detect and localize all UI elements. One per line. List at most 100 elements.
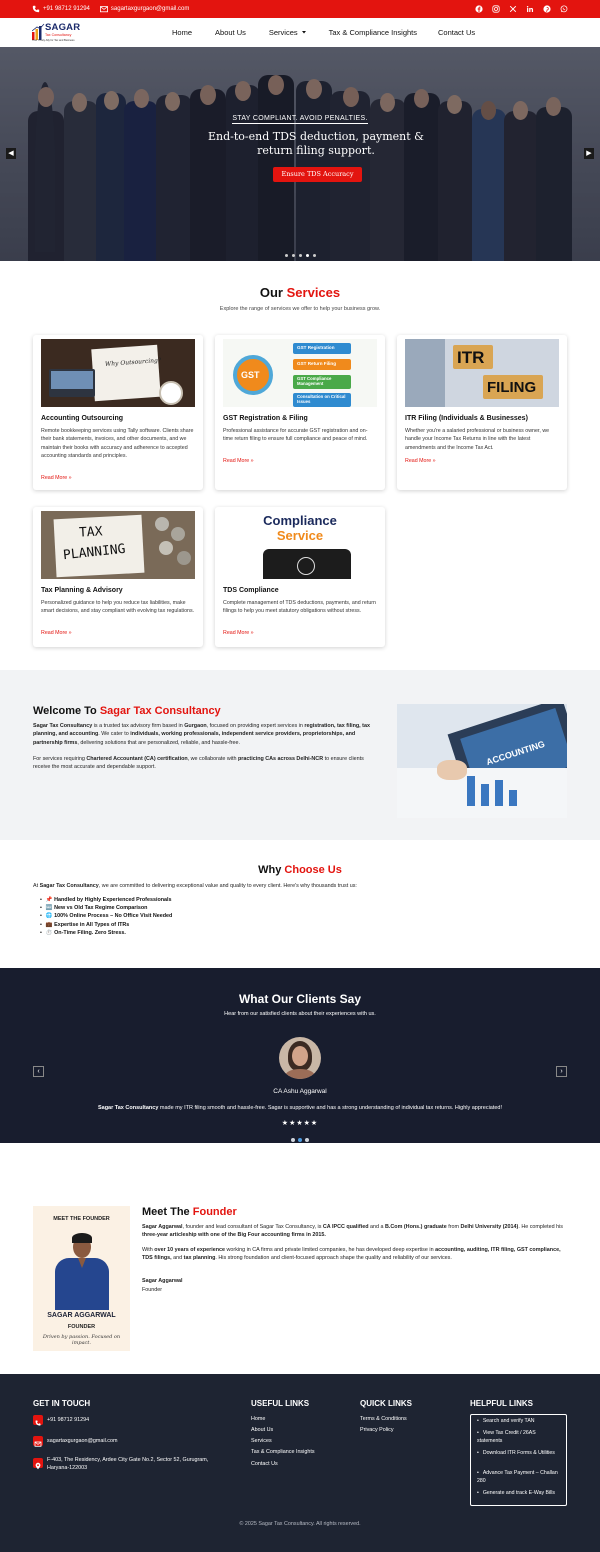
read-more-link[interactable]: Read More » [41, 475, 72, 481]
hero-prev-button[interactable]: ◀ [6, 148, 16, 159]
footer-useful-heading: USEFUL LINKS [251, 1399, 310, 1408]
hero-dot-active[interactable] [306, 254, 309, 257]
gst-badge-text: GST [241, 370, 260, 380]
nav-services-label: Services [268, 28, 298, 37]
read-more-link[interactable]: Read More » [41, 630, 72, 636]
whatsapp-icon[interactable] [560, 5, 568, 13]
itr-image: ITR FILING [405, 339, 559, 407]
footer-quick-link[interactable]: Privacy Policy [360, 1427, 394, 1433]
footer-helpful-link[interactable]: Search and verify TAN [477, 1418, 559, 1426]
tds-image: Compliance Service [223, 511, 377, 579]
footer-useful-link[interactable]: Tax & Compliance Insights [251, 1449, 315, 1455]
nav-contact[interactable]: Contact Us [438, 28, 475, 37]
text-run: . He completed his [518, 1224, 563, 1230]
pinterest-icon[interactable] [543, 5, 551, 13]
text-run: , founder and lead consultant of Sagar T… [182, 1224, 323, 1230]
testimonial-dot-active[interactable] [298, 1138, 302, 1142]
founder-sign-name: Sagar Aggarwal [142, 1278, 183, 1284]
nav-links: Home About Us Services Tax & Compliance … [172, 18, 475, 47]
rating-stars: ★★★★★ [281, 1120, 319, 1127]
x-icon[interactable] [509, 5, 517, 13]
instagram-icon[interactable] [492, 5, 500, 13]
welcome-accounting-image: ACCOUNTING [397, 704, 567, 818]
social-links [475, 5, 568, 13]
top-email[interactable]: sagartaxgurgaon@gmail.com [99, 5, 189, 13]
top-phone[interactable]: +91 98712 91294 [32, 5, 90, 13]
text-run: Delhi University (2014) [460, 1224, 519, 1230]
service-card-tax-planning: TAX PLANNING Tax Planning & Advisory Per… [33, 507, 203, 647]
gst-item: Consultation on Critical Issues [297, 394, 346, 404]
service-card-desc: Whether you're a salaried professional o… [405, 428, 550, 451]
footer-phone[interactable]: +91 98712 91294 [47, 1417, 89, 1423]
gst-item: GST Return Filing [297, 361, 337, 366]
chevron-down-icon [301, 31, 306, 34]
footer-useful-link[interactable]: Services [251, 1438, 272, 1444]
founder-heading-plain: Meet The [142, 1206, 190, 1218]
hero-dot[interactable] [313, 254, 316, 257]
read-more-link[interactable]: Read More » [223, 630, 254, 636]
itr-image-line2: FILING [487, 379, 537, 396]
welcome-heading: Welcome To Sagar Tax Consultancy [33, 705, 221, 717]
text-run: . His strong foundation and client-focus… [215, 1255, 452, 1262]
footer-useful-link[interactable]: About Us [251, 1427, 273, 1433]
founder-card-role: FOUNDER [67, 1324, 96, 1330]
site-logo[interactable]: SAGAR Tax Consultancy Your Trusty Ally f… [32, 22, 86, 44]
footer-useful-link[interactable]: Home [251, 1416, 265, 1422]
text-run: Gurgaon [184, 723, 207, 729]
text-run: is a trusted tax advisory firm based in [92, 723, 185, 729]
services-heading-accent: Services [286, 285, 341, 300]
why-item: 🌐 100% Online Process – No Office Visit … [40, 912, 172, 920]
text-run: working in CA firms and private limited … [225, 1247, 436, 1253]
testimonial-prev-button[interactable]: ‹ [33, 1066, 44, 1077]
testimonial-dot[interactable] [291, 1138, 295, 1142]
text-run: Sagar Aggarwal [142, 1224, 183, 1230]
hero-dot[interactable] [292, 254, 295, 257]
phone-icon [33, 1415, 43, 1426]
service-card-desc: Complete management of TDS deductions, p… [223, 600, 377, 615]
footer-helpful-link[interactable]: Advance Tax Payment – Challan 280 [477, 1470, 559, 1485]
nav-home[interactable]: Home [172, 28, 192, 37]
hero-title: End-to-end TDS deduction, payment & retu… [208, 130, 424, 157]
nav-services[interactable]: Services [269, 28, 306, 37]
founder-photo [53, 1232, 111, 1310]
footer-email[interactable]: sagartaxgurgaon@gmail.com [47, 1438, 118, 1444]
footer-helpful-link[interactable]: View Tax Credit / 26AS statements [477, 1430, 559, 1445]
hero-kicker-text: STAY COMPLIANT. AVOID PENALTIES. [232, 115, 368, 124]
text-run: tax planning [183, 1255, 216, 1262]
testimonial-next-button[interactable]: › [556, 1066, 567, 1077]
linkedin-icon[interactable] [526, 5, 534, 13]
hero-dot[interactable] [285, 254, 288, 257]
footer-quick-link[interactable]: Terms & Conditions [360, 1416, 407, 1422]
text-run: Sagar Tax Consultancy [39, 883, 99, 889]
footer-useful-link[interactable]: Contact Us [251, 1461, 278, 1467]
accounting-image: Why Outsourcing? [41, 339, 195, 407]
facebook-icon[interactable] [475, 5, 483, 13]
text-run: Sagar Tax Consultancy [97, 1105, 159, 1111]
footer-contact-heading: GET IN TOUCH [33, 1399, 91, 1408]
testimonial-dot[interactable] [305, 1138, 309, 1142]
footer-helpful-link[interactable]: Generate and track E-Way Bills [477, 1490, 559, 1498]
service-card-title: GST Registration & Filing [223, 415, 308, 422]
main-navbar: SAGAR Tax Consultancy Your Trusty Ally f… [0, 18, 600, 47]
hero-next-button[interactable]: ▶ [584, 148, 594, 159]
footer-helpful-link[interactable]: Download ITR Forms & Utilities [477, 1450, 559, 1458]
mail-icon [33, 1436, 43, 1447]
hero-cta-button[interactable]: Ensure TDS Accuracy [273, 167, 362, 182]
nav-about[interactable]: About Us [215, 28, 246, 37]
text-run: B.Com (Hons.) graduate [385, 1224, 447, 1230]
testimonials-heading: What Our Clients Say [238, 992, 362, 1006]
read-more-link[interactable]: Read More » [223, 458, 254, 464]
founder-sign-role: Founder [142, 1287, 163, 1293]
tds-image-line1: Compliance [263, 513, 337, 528]
service-card-desc: Professional assistance for accurate GST… [223, 428, 368, 443]
testimonial-quote: Sagar Tax Consultancy made my ITR filing… [0, 1105, 600, 1111]
nav-insights[interactable]: Tax & Compliance Insights [329, 28, 417, 37]
services-subtitle: Explore the range of services we offer t… [219, 306, 381, 312]
read-more-link[interactable]: Read More » [405, 458, 436, 464]
footer-helpful-scroller[interactable]: Search and verify TAN View Tax Credit / … [470, 1414, 567, 1506]
testimonials-subtitle: Hear from our satisfied clients about th… [224, 1011, 376, 1017]
text-run: and [171, 1255, 184, 1262]
location-pin-icon [33, 1458, 43, 1470]
hero-dot[interactable] [299, 254, 302, 257]
top-phone-text: +91 98712 91294 [43, 6, 90, 12]
